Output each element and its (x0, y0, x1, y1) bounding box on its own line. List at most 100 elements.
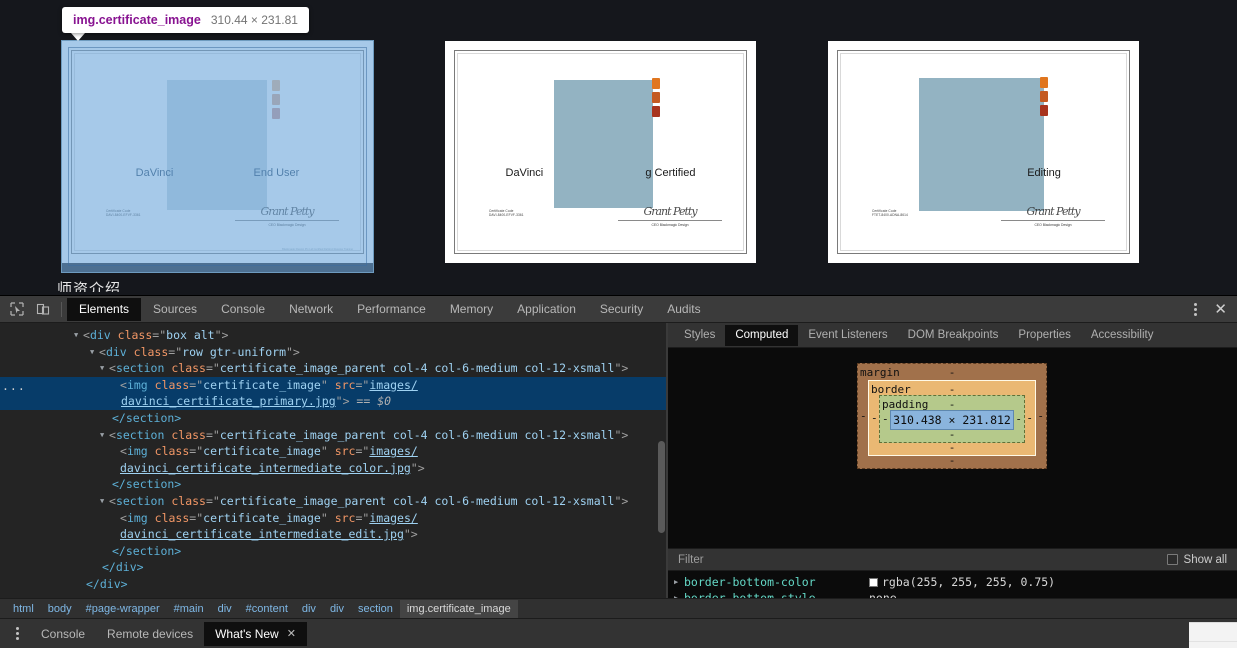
sidebar-tab-event-listeners[interactable]: Event Listeners (798, 325, 897, 346)
dom-img-src-file[interactable]: davinci_certificate_primary.jpg (121, 394, 336, 408)
devtools-body: <div class="box alt"> <div class="row gt… (0, 323, 1237, 598)
show-all-checkbox[interactable] (1167, 554, 1178, 565)
box-model-padding[interactable]: padding - - - - 310.438 × 231.812 (879, 395, 1025, 443)
tab-network[interactable]: Network (277, 298, 345, 321)
tab-memory[interactable]: Memory (438, 298, 505, 321)
tab-console[interactable]: Console (209, 298, 277, 321)
inspect-element-icon[interactable] (4, 298, 30, 321)
computed-filter-bar: Show all (668, 548, 1237, 571)
expand-arrow-icon[interactable] (74, 327, 83, 344)
element-highlight-overlay (62, 41, 373, 272)
expand-arrow-icon[interactable]: ▶ (674, 574, 684, 590)
computed-filter-input[interactable] (678, 554, 1167, 566)
expand-arrow-icon[interactable] (90, 344, 99, 361)
dom-node-img-3[interactable]: <img class="certificate_image" src="imag… (0, 510, 666, 543)
certificate-card-intermediate-color[interactable]: DaVinci g Certified Certificate Code DAV… (445, 41, 756, 263)
dom-attr-src: src (335, 444, 356, 458)
close-icon[interactable]: ✕ (287, 622, 296, 646)
dom-attr-name: class (171, 361, 206, 375)
certificate-photo-block (554, 80, 653, 208)
signature-mark: Grant Petty (618, 205, 722, 219)
sidebar-tab-dom-breakpoints[interactable]: DOM Breakpoints (898, 325, 1009, 346)
breadcrumb-item-div-1[interactable]: div (211, 600, 239, 618)
breadcrumb-item-main[interactable]: #main (167, 600, 211, 618)
breadcrumb-item-div-3[interactable]: div (323, 600, 351, 618)
breadcrumb-item-body[interactable]: body (41, 600, 79, 618)
dom-attr-name: class (171, 428, 206, 442)
signature-mark: Grant Petty (1001, 205, 1105, 219)
color-swatch-icon[interactable] (869, 578, 878, 587)
dom-tag: img (127, 378, 148, 392)
devtools-toolbar-right: ✕ (1182, 298, 1233, 321)
breadcrumb-item-page-wrapper[interactable]: #page-wrapper (79, 600, 167, 618)
sidebar-tab-styles[interactable]: Styles (674, 325, 725, 346)
dom-img-src-file[interactable]: davinci_certificate_intermediate_color.j… (120, 461, 411, 475)
box-model-margin[interactable]: margin - - - - border - - - - (857, 363, 1047, 469)
device-toolbar-icon[interactable] (30, 298, 56, 321)
box-model-margin-label: margin (860, 366, 900, 379)
computed-property-row[interactable]: ▶ border-bottom-style none (668, 590, 1237, 598)
dom-node-img-2[interactable]: <img class="certificate_image" src="imag… (0, 443, 666, 476)
box-model-padding-right[interactable]: - (1015, 413, 1022, 426)
dom-node-img-selected[interactable]: ... <img class="certificate_image" src="… (0, 377, 666, 410)
box-model-padding-left[interactable]: - (882, 413, 889, 426)
dom-node-section-2[interactable]: <section class="certificate_image_parent… (0, 427, 666, 444)
dom-node-section-3[interactable]: <section class="certificate_image_parent… (0, 493, 666, 510)
tab-audits[interactable]: Audits (655, 298, 712, 321)
breadcrumb-item-section[interactable]: section (351, 600, 400, 618)
dom-node-section-1[interactable]: <section class="certificate_image_parent… (0, 360, 666, 377)
dom-tag: div (106, 345, 127, 359)
drawer-tab-whats-new[interactable]: What's New ✕ (204, 622, 307, 646)
drawer-tab-console[interactable]: Console (30, 622, 96, 646)
expand-arrow-icon[interactable]: ▶ (674, 590, 684, 598)
dom-img-src-dir[interactable]: images/ (369, 444, 417, 458)
box-model-padding-bottom[interactable]: - (949, 428, 956, 441)
breadcrumb: html body #page-wrapper #main div #conte… (0, 598, 1237, 618)
breadcrumb-item-div-2[interactable]: div (295, 600, 323, 618)
dom-tag: div (90, 328, 111, 342)
drawer-tab-remote-devices[interactable]: Remote devices (96, 622, 204, 646)
expand-arrow-icon[interactable] (100, 360, 109, 377)
tab-security[interactable]: Security (588, 298, 655, 321)
devtools-panel: Elements Sources Console Network Perform… (0, 295, 1237, 648)
tab-elements[interactable]: Elements (67, 298, 141, 321)
box-model-margin-top[interactable]: - (949, 366, 956, 379)
tab-application[interactable]: Application (505, 298, 588, 321)
breadcrumb-item-html[interactable]: html (6, 600, 41, 618)
certificate-title: DaVinci g Certified (455, 167, 746, 179)
more-options-icon[interactable] (1182, 298, 1208, 321)
box-model-content-size[interactable]: 310.438 × 231.812 (890, 410, 1014, 430)
dom-img-src-dir[interactable]: images/ (369, 511, 417, 525)
sidebar-tab-properties[interactable]: Properties (1008, 325, 1080, 346)
box-model-padding-top[interactable]: - (949, 398, 956, 411)
close-devtools-icon[interactable]: ✕ (1208, 302, 1233, 317)
box-model-border-right[interactable]: - (1026, 412, 1033, 425)
box-model-diagram[interactable]: margin - - - - border - - - - (857, 363, 1047, 469)
box-model-margin-right[interactable]: - (1037, 410, 1044, 423)
sidebar-tab-accessibility[interactable]: Accessibility (1081, 325, 1164, 346)
inspect-tooltip: img.certificate_image 310.44 × 231.81 (62, 7, 309, 33)
dom-close-tag: </section> (112, 477, 181, 491)
breadcrumb-item-img[interactable]: img.certificate_image (400, 600, 518, 618)
box-model-border-left[interactable]: - (871, 412, 878, 425)
certificate-footer: Certificate Code DAVI-8400-EFVF-3361 Gra… (455, 205, 746, 239)
dom-tree[interactable]: <div class="box alt"> <div class="row gt… (0, 323, 666, 598)
expand-arrow-icon[interactable] (100, 493, 109, 510)
dom-node-div-row[interactable]: <div class="row gtr-uniform"> (0, 344, 666, 361)
drawer-more-options-icon[interactable] (4, 622, 30, 645)
dom-img-src-file[interactable]: davinci_certificate_intermediate_edit.jp… (120, 527, 404, 541)
tab-sources[interactable]: Sources (141, 298, 209, 321)
expand-arrow-icon[interactable] (100, 427, 109, 444)
breadcrumb-item-content[interactable]: #content (239, 600, 295, 618)
show-all-toggle[interactable]: Show all (1167, 554, 1227, 566)
box-model-border[interactable]: border - - - - padding - - - (868, 380, 1036, 456)
computed-property-row[interactable]: ▶ border-bottom-color rgba(255, 255, 255… (668, 574, 1237, 590)
box-model-margin-left[interactable]: - (860, 410, 867, 423)
tab-performance[interactable]: Performance (345, 298, 438, 321)
collapsed-ellipsis-icon[interactable]: ... (2, 378, 26, 395)
dom-tree-scrollbar[interactable] (658, 441, 665, 533)
dom-img-src-dir[interactable]: images/ (369, 378, 417, 392)
sidebar-tab-computed[interactable]: Computed (725, 325, 798, 346)
certificate-card-intermediate-edit[interactable]: Editing Certificate Code FTET-8400-ADNA-… (828, 41, 1139, 263)
dom-node-div-box-alt[interactable]: <div class="box alt"> (0, 327, 666, 344)
